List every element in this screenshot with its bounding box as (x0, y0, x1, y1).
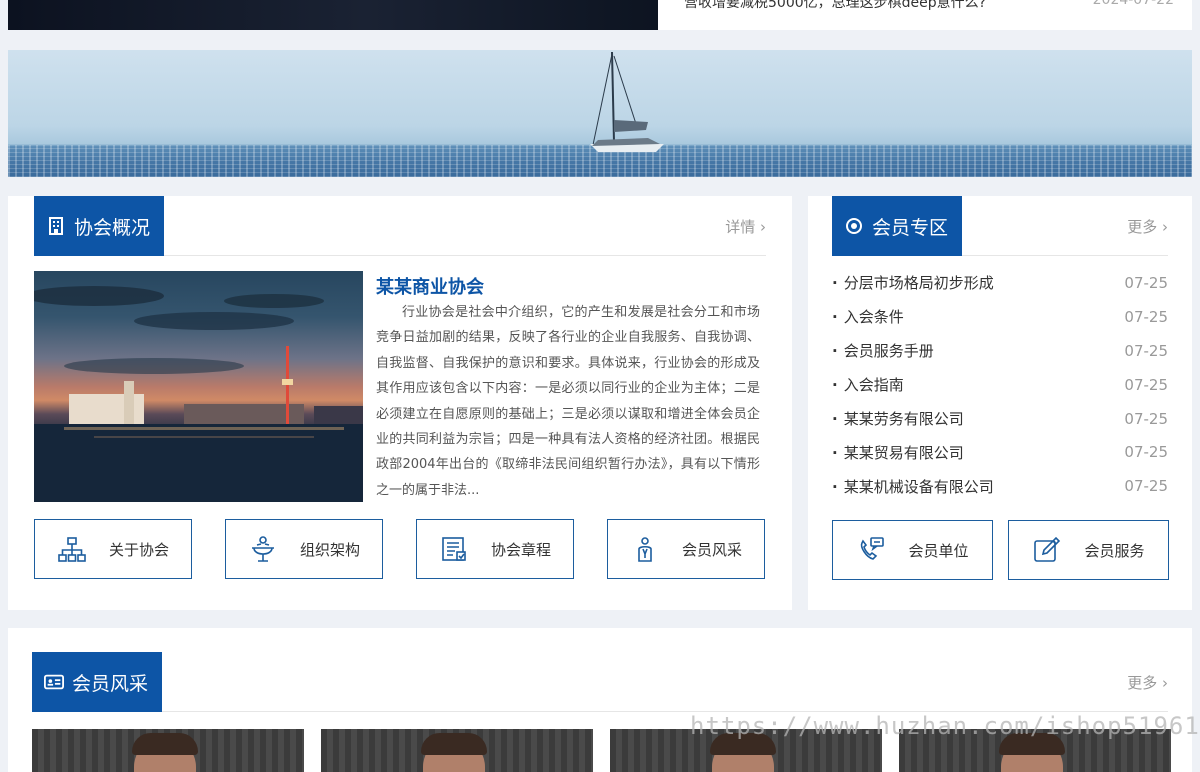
member-more-link[interactable]: 更多 › (1127, 216, 1168, 237)
style-tab[interactable]: 会员风采 (32, 652, 163, 712)
association-more-label: 详情 (725, 218, 756, 236)
association-intro: 行业协会是社会中介组织，它的产生和发展是社会分工和市场竞争日益加剧的结果，反映了… (376, 305, 760, 498)
member-units-button[interactable]: 会员单位 (832, 520, 993, 580)
member-more-label: 更多 (1127, 218, 1158, 236)
list-item-date: 07-25 (1124, 273, 1168, 292)
portrait-hair (132, 733, 198, 755)
charter-label: 协会章程 (490, 540, 551, 559)
member-style-button[interactable]: 会员风采 (607, 519, 765, 579)
member-tab-label: 会员专区 (872, 216, 949, 239)
list-item-date: 07-25 (1124, 477, 1168, 496)
style-section-header: 会员风采 更多 › (32, 652, 1168, 712)
member-photo-card[interactable] (321, 729, 593, 772)
person-card-icon (630, 534, 660, 564)
sailboat-graphic (590, 51, 664, 152)
member-photo-card[interactable] (32, 729, 304, 772)
org-tree-icon (57, 534, 87, 564)
list-item-date: 07-25 (1124, 443, 1168, 462)
sailboat-banner (8, 50, 1192, 177)
chevron-right-icon: › (1162, 218, 1168, 236)
list-item-title[interactable]: 某某劳务有限公司 (832, 408, 964, 429)
list-item[interactable]: 某某机械设备有限公司 07-25 (832, 469, 1168, 503)
association-quick-links: 关于协会 组织架构 协会章程 会员风采 (34, 519, 765, 579)
list-item-title[interactable]: 分层市场格局初步形成 (832, 272, 994, 293)
top-slider-image[interactable] (8, 0, 658, 30)
top-news-title[interactable]: 营收增要减税5000亿，总理这步棋deep意什么? (684, 0, 986, 12)
member-style-panel: 会员风采 更多 › (8, 628, 1192, 772)
org-structure-label: 组织架构 (299, 540, 360, 559)
association-tab[interactable]: 协会概况 (34, 196, 165, 256)
list-item[interactable]: 入会指南 07-25 (832, 368, 1168, 402)
about-association-button[interactable]: 关于协会 (34, 519, 192, 579)
list-item-title[interactable]: 会员服务手册 (832, 340, 934, 361)
association-section-header: 协会概况 详情 › (34, 196, 766, 256)
list-item[interactable]: 分层市场格局初步形成 07-25 (832, 266, 1168, 300)
style-more-label: 更多 (1127, 674, 1158, 692)
presenter-icon (248, 534, 278, 564)
list-item-title[interactable]: 入会指南 (832, 374, 904, 395)
list-item-title[interactable]: 某某贸易有限公司 (832, 442, 964, 463)
list-item[interactable]: 某某贸易有限公司 07-25 (832, 435, 1168, 469)
building-icon (46, 216, 66, 236)
member-services-button[interactable]: 会员服务 (1008, 520, 1169, 580)
style-more-link[interactable]: 更多 › (1127, 672, 1168, 693)
watermark-text: https://www.huzhan.com/ishop51961 (690, 712, 1200, 740)
city-skyline-graphic (34, 286, 363, 502)
member-tab[interactable]: 会员专区 (832, 196, 963, 256)
document-list-icon (439, 534, 469, 564)
edit-icon (1032, 535, 1062, 565)
list-item[interactable]: 某某劳务有限公司 07-25 (832, 402, 1168, 436)
portrait-hair (421, 733, 487, 755)
list-item-title[interactable]: 入会条件 (832, 306, 904, 327)
association-tab-label: 协会概况 (74, 216, 151, 239)
chevron-right-icon: › (760, 218, 766, 236)
list-item-date: 07-25 (1124, 409, 1168, 428)
list-item[interactable]: 会员服务手册 07-25 (832, 334, 1168, 368)
list-item-date: 07-25 (1124, 341, 1168, 360)
top-news-date: 2024-07-22 (1092, 0, 1174, 8)
list-item-date: 07-25 (1124, 375, 1168, 394)
member-services-label: 会员服务 (1084, 541, 1145, 560)
member-style-label: 会员风采 (681, 540, 742, 559)
association-more-link[interactable]: 详情 › (725, 216, 766, 237)
association-overview-panel: 协会概况 详情 › 某某商业协会 行业协会是社会中介组织，它的产生和发展是社会分… (8, 196, 792, 610)
list-item-title[interactable]: 某某机械设备有限公司 (832, 476, 994, 497)
style-tab-label: 会员风采 (72, 672, 149, 695)
member-units-label: 会员单位 (908, 541, 969, 560)
list-item[interactable]: 入会条件 07-25 (832, 300, 1168, 334)
id-card-icon (44, 672, 64, 692)
target-icon (844, 216, 864, 236)
org-structure-button[interactable]: 组织架构 (225, 519, 383, 579)
about-association-label: 关于协会 (108, 540, 169, 559)
charter-button[interactable]: 协会章程 (416, 519, 574, 579)
list-item-date: 07-25 (1124, 307, 1168, 326)
member-section-header: 会员专区 更多 › (832, 196, 1168, 256)
top-news-item[interactable]: 营收增要减税5000亿，总理这步棋deep意什么? 2024-07-22 (658, 0, 1192, 30)
association-name[interactable]: 某某商业协会 (376, 273, 484, 299)
member-zone-panel: 会员专区 更多 › 分层市场格局初步形成 07-25 入会条件 07-25 会员服务… (808, 196, 1192, 610)
member-news-list: 分层市场格局初步形成 07-25 入会条件 07-25 会员服务手册 07-25 入会… (832, 266, 1168, 503)
city-night-image[interactable] (34, 271, 363, 502)
phone-chat-icon (856, 535, 886, 565)
chevron-right-icon: › (1162, 674, 1168, 692)
top-strip: 营收增要减税5000亿，总理这步棋deep意什么? 2024-07-22 (0, 0, 1200, 32)
